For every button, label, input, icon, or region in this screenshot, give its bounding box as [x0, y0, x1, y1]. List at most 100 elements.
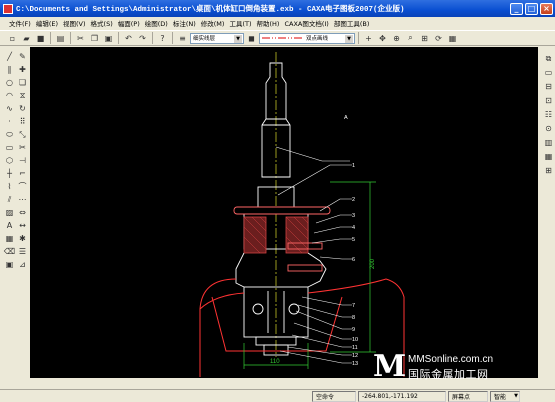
- parts-list-icon[interactable]: ☷: [542, 108, 555, 121]
- color-icon[interactable]: ◼: [245, 32, 258, 45]
- mirror-icon[interactable]: ⧖: [16, 89, 29, 102]
- chevron-down-icon: ▼: [234, 34, 242, 43]
- polygon-icon[interactable]: ⬡: [3, 154, 16, 167]
- close-button[interactable]: ×: [540, 2, 553, 15]
- snap-icon[interactable]: +: [362, 32, 375, 45]
- toolbar-separator: [172, 32, 173, 44]
- view-icon[interactable]: ▦: [446, 32, 459, 45]
- linetype-sample-icon: [262, 37, 302, 39]
- title-block-icon[interactable]: ⊟: [542, 80, 555, 93]
- menu-draw[interactable]: 绘图(D): [145, 18, 168, 28]
- leader-lines: [275, 146, 352, 364]
- layer-manager-icon[interactable]: ⧉: [542, 52, 555, 65]
- balloon-5: 5: [352, 237, 355, 243]
- rectangle-icon[interactable]: ▭: [3, 141, 16, 154]
- open-folder-icon[interactable]: ▰: [20, 32, 33, 45]
- zoom-in-icon[interactable]: ⊞: [418, 32, 431, 45]
- menu-edit[interactable]: 编辑(E): [36, 18, 58, 28]
- cross-pin: [233, 206, 331, 215]
- fillet-icon[interactable]: ⌒: [16, 180, 29, 193]
- print-icon[interactable]: ▤: [54, 32, 67, 45]
- menu-view[interactable]: 视图(V): [63, 18, 86, 28]
- move-icon[interactable]: ✚: [16, 63, 29, 76]
- redo-icon[interactable]: ↷: [136, 32, 149, 45]
- snap-combo[interactable]: 智能 ▼: [490, 390, 520, 402]
- balloon-top: A: [344, 115, 348, 121]
- menu-dimension[interactable]: 标注(N): [173, 18, 196, 28]
- offset-icon[interactable]: ⫽: [3, 193, 16, 206]
- balloon-11: 11: [352, 345, 358, 351]
- circle-icon[interactable]: ○: [3, 76, 16, 89]
- zoom-all-icon[interactable]: ⌕: [404, 32, 417, 45]
- redraw-icon[interactable]: ⟳: [432, 32, 445, 45]
- undo-icon[interactable]: ↶: [122, 32, 135, 45]
- array-icon[interactable]: ⠿: [16, 115, 29, 128]
- polyline-icon[interactable]: ⌇: [3, 180, 16, 193]
- explode-icon[interactable]: ✱: [16, 232, 29, 245]
- parallel-line-icon[interactable]: ∥: [3, 63, 16, 76]
- layer-icon[interactable]: ≡: [176, 32, 189, 45]
- new-file-icon[interactable]: ▫: [6, 32, 19, 45]
- dimension-vertical: 200: [370, 258, 376, 269]
- point-icon[interactable]: ·: [3, 115, 16, 128]
- properties-icon[interactable]: ☰: [16, 245, 29, 258]
- menu-modify[interactable]: 修改(M): [201, 18, 225, 28]
- paste-icon[interactable]: ▣: [102, 32, 115, 45]
- rotate-icon[interactable]: ↻: [16, 102, 29, 115]
- chevron-down-icon: ▼: [345, 34, 353, 43]
- pan-icon[interactable]: ✥: [376, 32, 389, 45]
- table-icon[interactable]: ▦: [542, 150, 555, 163]
- zoom-window-icon[interactable]: ⊕: [390, 32, 403, 45]
- menu-tools[interactable]: 工具(T): [229, 18, 251, 28]
- sheet-icon[interactable]: ▭: [542, 66, 555, 79]
- text-icon[interactable]: A: [3, 219, 16, 232]
- menu-file[interactable]: 文件(F): [9, 18, 31, 28]
- help-icon[interactable]: ?: [156, 32, 169, 45]
- command-status: 空命令: [312, 390, 356, 402]
- save-icon[interactable]: ■: [34, 32, 47, 45]
- extend-icon[interactable]: ⊣: [16, 154, 29, 167]
- pencil-icon[interactable]: ✎: [16, 50, 29, 63]
- balloon-icon[interactable]: ⊙: [542, 122, 555, 135]
- spline-icon[interactable]: ∿: [3, 102, 16, 115]
- hatch-icon[interactable]: ▨: [3, 206, 16, 219]
- measure-icon[interactable]: ⊿: [16, 258, 29, 271]
- balloon-2: 2: [352, 197, 355, 203]
- frame-icon[interactable]: ⊡: [542, 94, 555, 107]
- menu-format[interactable]: 格式(S): [91, 18, 113, 28]
- stretch-icon[interactable]: ⇔: [16, 206, 29, 219]
- chamfer-icon[interactable]: ⌐: [16, 167, 29, 180]
- toolbar-separator: [358, 32, 359, 44]
- copy-icon[interactable]: ❐: [88, 32, 101, 45]
- block-icon[interactable]: ▦: [3, 232, 16, 245]
- menu-part-tools[interactable]: 部图工具(B): [334, 18, 370, 28]
- minimize-button[interactable]: _: [510, 2, 523, 15]
- menu-sheet[interactable]: 幅面(P): [118, 18, 140, 28]
- scale-icon[interactable]: ⤡: [16, 128, 29, 141]
- main-toolbar: ▫ ▰ ■ ▤ ✂ ❐ ▣ ↶ ↷ ? ≡ 细实线层 ▼ ◼ 双点画线 ▼ + …: [0, 30, 555, 46]
- library-icon[interactable]: ▥: [542, 136, 555, 149]
- app-icon[interactable]: [3, 3, 13, 14]
- copy-move-icon[interactable]: ❏: [16, 76, 29, 89]
- menu-caxa-docs[interactable]: CAXA图文档(I): [284, 18, 328, 28]
- arc-icon[interactable]: ◠: [3, 89, 16, 102]
- menu-help[interactable]: 帮助(H): [256, 18, 279, 28]
- grid-icon[interactable]: ⊞: [542, 164, 555, 177]
- linetype-combo[interactable]: 双点画线 ▼: [259, 32, 355, 44]
- trim-icon[interactable]: ✂: [16, 141, 29, 154]
- centerline-icon[interactable]: ┼: [3, 167, 16, 180]
- ellipse-icon[interactable]: ⬭: [3, 128, 16, 141]
- status-message: [0, 391, 310, 402]
- layer-combo[interactable]: 细实线层 ▼: [190, 32, 244, 44]
- insert-image-icon[interactable]: ▣: [3, 258, 16, 271]
- dimension-icon[interactable]: ↔: [16, 219, 29, 232]
- linetype-combo-value: 双点画线: [306, 36, 329, 42]
- line-tool-icon[interactable]: ╱: [3, 50, 16, 63]
- break-icon[interactable]: ⋯: [16, 193, 29, 206]
- point-mode[interactable]: 屏幕点: [448, 390, 488, 402]
- erase-icon[interactable]: ⌫: [3, 245, 16, 258]
- cut-icon[interactable]: ✂: [74, 32, 87, 45]
- drawing-canvas[interactable]: 200 110 A 1 2 3 4 5 6 7 8 9 10 11 12 13: [30, 47, 538, 378]
- maximize-button[interactable]: □: [525, 2, 538, 15]
- drawing-svg: 200 110 A 1 2 3 4 5 6 7 8 9 10 11 12 13: [199, 52, 405, 377]
